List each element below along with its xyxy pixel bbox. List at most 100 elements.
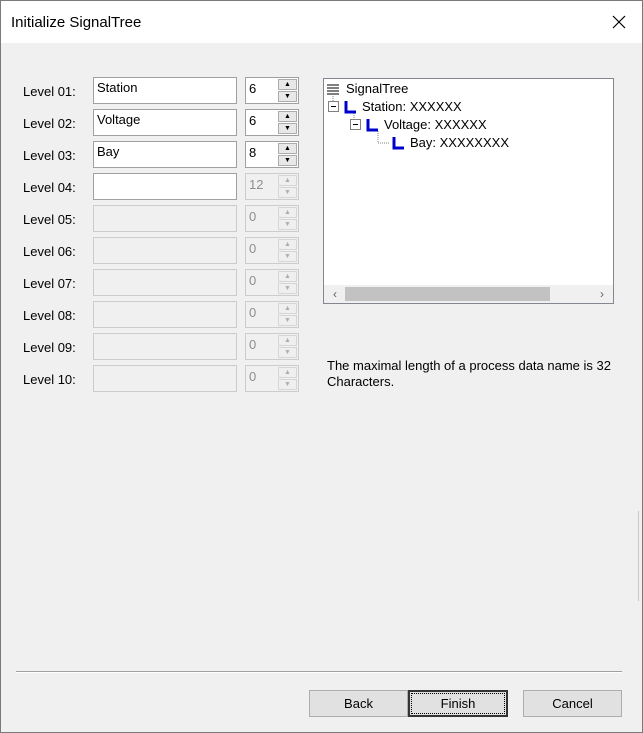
level-length-spinner: 0 ▲ ▼ <box>245 205 299 232</box>
window-edge-mark <box>638 511 642 601</box>
level-length-value: 6 <box>249 113 257 128</box>
tree-node-station[interactable]: Station: XXXXXX <box>328 99 462 114</box>
focus-rect <box>411 693 505 714</box>
spin-up-icon[interactable]: ▲ <box>278 79 297 90</box>
footer-divider <box>16 671 622 673</box>
level-length-value: 12 <box>249 177 264 192</box>
level-name-input[interactable]: Voltage <box>93 109 237 136</box>
level-length-spinner: 0 ▲ ▼ <box>245 269 299 296</box>
collapse-icon[interactable] <box>350 119 361 130</box>
level-length-value: 0 <box>249 337 257 352</box>
close-icon <box>612 15 626 29</box>
spin-down-icon[interactable]: ▼ <box>278 123 297 134</box>
back-button[interactable]: Back <box>309 690 408 717</box>
scrollbar-thumb[interactable] <box>345 287 550 301</box>
level-length-spinner: 0 ▲ ▼ <box>245 237 299 264</box>
tree-node-voltage[interactable]: Voltage: XXXXXX <box>350 117 487 132</box>
level-name-input <box>93 333 237 360</box>
level-node-icon <box>366 118 378 131</box>
level-length-spinner[interactable]: 6 ▲ ▼ <box>245 77 299 104</box>
spin-down-icon: ▼ <box>278 379 297 390</box>
level-length-spinner: 12 ▲ ▼ <box>245 173 299 200</box>
level-name-input <box>93 205 237 232</box>
scroll-right-icon[interactable]: › <box>593 285 611 303</box>
level-name-input <box>93 301 237 328</box>
level-label: Level 04: <box>23 180 76 195</box>
level-label: Level 10: <box>23 372 76 387</box>
spinner-buttons: ▲ ▼ <box>278 175 297 198</box>
level-length-spinner: 0 ▲ ▼ <box>245 301 299 328</box>
signal-tree-view[interactable]: SignalTree Station: XXXXXX Voltage: XXXX… <box>323 78 614 304</box>
spinner-buttons: ▲ ▼ <box>278 79 297 102</box>
level-name-input <box>93 269 237 296</box>
level-length-spinner[interactable]: 6 ▲ ▼ <box>245 109 299 136</box>
spin-up-icon[interactable]: ▲ <box>278 143 297 154</box>
finish-button[interactable]: Finish <box>408 690 508 717</box>
back-button-label: Back <box>344 696 373 711</box>
initialize-signaltree-dialog: Initialize SignalTree Level 01: Station 6 ▲… <box>0 0 643 733</box>
spin-up-icon: ▲ <box>278 335 297 346</box>
spin-down-icon: ▼ <box>278 219 297 230</box>
cancel-button[interactable]: Cancel <box>523 690 622 717</box>
level-length-value: 8 <box>249 145 257 160</box>
spin-down-icon[interactable]: ▼ <box>278 155 297 166</box>
tree-node-label: Station: XXXXXX <box>362 99 462 114</box>
cancel-button-label: Cancel <box>552 696 593 711</box>
spin-down-icon: ▼ <box>278 347 297 358</box>
level-name-input <box>93 237 237 264</box>
tree-node-label: Voltage: XXXXXX <box>384 117 487 132</box>
level-label: Level 01: <box>23 84 76 99</box>
spin-down-icon: ▼ <box>278 187 297 198</box>
spin-down-icon: ▼ <box>278 283 297 294</box>
level-length-value: 6 <box>249 81 257 96</box>
tree-node-bay[interactable]: Bay: XXXXXXXX <box>391 135 509 150</box>
level-label: Level 02: <box>23 116 76 131</box>
level-length-value: 0 <box>249 273 257 288</box>
spin-down-icon: ▼ <box>278 251 297 262</box>
spin-up-icon: ▲ <box>278 175 297 186</box>
spinner-buttons: ▲ ▼ <box>278 143 297 166</box>
title-bar: Initialize SignalTree <box>1 1 642 43</box>
level-length-spinner[interactable]: 8 ▲ ▼ <box>245 141 299 168</box>
level-label: Level 03: <box>23 148 76 163</box>
level-length-value: 0 <box>249 369 257 384</box>
spinner-buttons: ▲ ▼ <box>278 271 297 294</box>
level-length-value: 0 <box>249 241 257 256</box>
level-length-value: 0 <box>249 209 257 224</box>
spinner-buttons: ▲ ▼ <box>278 111 297 134</box>
spinner-buttons: ▲ ▼ <box>278 335 297 358</box>
level-label: Level 08: <box>23 308 76 323</box>
spin-up-icon: ▲ <box>278 303 297 314</box>
spinner-buttons: ▲ ▼ <box>278 207 297 230</box>
level-length-spinner: 0 ▲ ▼ <box>245 365 299 392</box>
level-label: Level 07: <box>23 276 76 291</box>
max-length-info-text: The maximal length of a process data nam… <box>327 358 611 389</box>
window-title: Initialize SignalTree <box>11 14 142 31</box>
spinner-buttons: ▲ ▼ <box>278 239 297 262</box>
level-label: Level 09: <box>23 340 76 355</box>
level-length-value: 0 <box>249 305 257 320</box>
spin-up-icon: ▲ <box>278 239 297 250</box>
spin-down-icon[interactable]: ▼ <box>278 91 297 102</box>
level-name-input[interactable]: Bay <box>93 141 237 168</box>
spin-up-icon[interactable]: ▲ <box>278 111 297 122</box>
scroll-left-icon[interactable]: ‹ <box>326 285 344 303</box>
horizontal-scrollbar[interactable]: ‹ › <box>324 285 613 303</box>
level-name-input[interactable] <box>93 173 237 200</box>
spinner-buttons: ▲ ▼ <box>278 367 297 390</box>
level-node-icon <box>392 136 404 149</box>
spin-up-icon: ▲ <box>278 367 297 378</box>
level-name-input[interactable]: Station <box>93 77 237 104</box>
spin-up-icon: ▲ <box>278 207 297 218</box>
spinner-buttons: ▲ ▼ <box>278 303 297 326</box>
spin-up-icon: ▲ <box>278 271 297 282</box>
level-label: Level 05: <box>23 212 76 227</box>
level-label: Level 06: <box>23 244 76 259</box>
close-button[interactable] <box>596 1 642 43</box>
collapse-icon[interactable] <box>328 101 339 112</box>
level-name-input <box>93 365 237 392</box>
level-length-spinner: 0 ▲ ▼ <box>245 333 299 360</box>
spin-down-icon: ▼ <box>278 315 297 326</box>
tree-node-label: Bay: XXXXXXXX <box>410 135 509 150</box>
level-node-icon <box>344 100 356 113</box>
